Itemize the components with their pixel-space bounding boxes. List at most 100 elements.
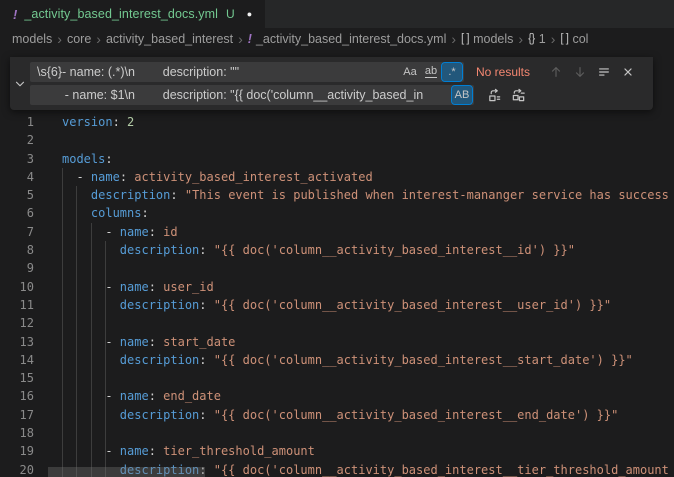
preserve-case-toggle[interactable]: AB — [452, 86, 472, 104]
find-results-count: No results — [476, 65, 542, 79]
close-find-button[interactable] — [618, 62, 638, 82]
find-row: Aa ab .* No results — [30, 62, 649, 82]
breadcrumb-item[interactable]: activity_based_interest — [106, 32, 233, 46]
breadcrumb-item[interactable]: models — [12, 32, 52, 46]
find-in-selection-button[interactable] — [594, 62, 614, 82]
breadcrumb-separator-icon: › — [518, 32, 523, 46]
code-line[interactable]: 11 description: "{{ doc('column__activit… — [0, 296, 674, 314]
line-content: - name: activity_based_interest_activate… — [34, 168, 373, 186]
line-content: - name: id — [34, 223, 178, 241]
code-line[interactable]: 12 — [0, 314, 674, 332]
line-content: - name: tier_threshold_amount — [34, 442, 315, 460]
code-line[interactable]: 4 - name: activity_based_interest_activa… — [0, 168, 674, 186]
line-number: 7 — [0, 223, 34, 241]
selection-icon — [597, 65, 611, 79]
breadcrumb-item[interactable]: ! _activity_based_interest_docs.yml — [248, 32, 447, 46]
replace-input[interactable] — [30, 85, 451, 105]
line-number: 9 — [0, 259, 34, 277]
code-line[interactable]: 10 - name: user_id — [0, 278, 674, 296]
line-content: - name: start_date — [34, 333, 235, 351]
line-number: 12 — [0, 314, 34, 332]
breadcrumb-label: core — [67, 32, 91, 46]
breadcrumb-item[interactable]: [ ] col — [560, 32, 588, 46]
horizontal-scrollbar-thumb[interactable] — [48, 467, 205, 477]
toggle-replace-button[interactable] — [10, 57, 30, 110]
breadcrumb-label: models — [473, 32, 513, 46]
breadcrumb-item[interactable]: core — [67, 32, 91, 46]
git-status-badge: U — [226, 7, 235, 21]
code-line[interactable]: 19 - name: tier_threshold_amount — [0, 442, 674, 460]
regex-toggle[interactable]: .* — [442, 63, 462, 81]
vscode-window: ! _activity_based_interest_docs.yml U ● … — [0, 0, 674, 477]
breadcrumb-label: _activity_based_interest_docs.yml — [256, 32, 446, 46]
close-icon — [621, 65, 635, 79]
line-content: description: "This event is published wh… — [34, 186, 669, 204]
replace-icon — [487, 88, 502, 103]
line-number: 14 — [0, 351, 34, 369]
code-line[interactable]: 8 description: "{{ doc('column__activity… — [0, 241, 674, 259]
replace-button[interactable] — [484, 85, 504, 105]
chevron-down-icon — [13, 77, 27, 91]
code-line[interactable]: 6 columns: — [0, 204, 674, 222]
previous-match-button[interactable] — [546, 62, 566, 82]
code-line[interactable]: 9 — [0, 259, 674, 277]
line-number: 16 — [0, 387, 34, 405]
breadcrumb-separator-icon: › — [238, 32, 243, 46]
find-input[interactable] — [30, 62, 399, 82]
code-line[interactable]: 15 — [0, 369, 674, 387]
breadcrumb-separator-icon: › — [96, 32, 101, 46]
code-line[interactable]: 18 — [0, 424, 674, 442]
line-number: 13 — [0, 333, 34, 351]
code-line[interactable]: 3models: — [0, 150, 674, 168]
yaml-file-icon: ! — [248, 32, 252, 46]
symbol-array-icon: [ ] — [560, 33, 568, 45]
unsaved-dot-icon[interactable]: ● — [247, 9, 252, 19]
replace-row: AB — [30, 85, 649, 105]
breadcrumb-separator-icon: › — [451, 32, 456, 46]
breadcrumb-item[interactable]: {} 1 — [528, 32, 546, 46]
line-content: version: 2 — [34, 113, 134, 131]
find-input-box: Aa ab .* — [30, 62, 464, 82]
line-content — [34, 259, 62, 277]
line-number: 11 — [0, 296, 34, 314]
match-case-toggle[interactable]: Aa — [400, 63, 420, 81]
line-number: 6 — [0, 204, 34, 222]
code-line[interactable]: 1version: 2 — [0, 113, 674, 131]
code-line[interactable]: 5 description: "This event is published … — [0, 186, 674, 204]
line-number: 3 — [0, 150, 34, 168]
whole-word-toggle[interactable]: ab — [421, 63, 441, 81]
symbol-object-icon: {} — [528, 33, 535, 45]
line-content: description: "{{ doc('column__activity_b… — [34, 351, 633, 369]
line-number: 20 — [0, 461, 34, 477]
line-content: models: — [34, 150, 113, 168]
line-content: description: "{{ doc('column__activity_b… — [34, 241, 575, 259]
line-content — [34, 369, 62, 387]
editor-pane[interactable]: 1version: 223models:4 - name: activity_b… — [0, 50, 674, 477]
line-number: 15 — [0, 369, 34, 387]
next-match-button[interactable] — [570, 62, 590, 82]
line-number: 8 — [0, 241, 34, 259]
code-line[interactable]: 14 description: "{{ doc('column__activit… — [0, 351, 674, 369]
code-line[interactable]: 2 — [0, 131, 674, 149]
line-content: - name: end_date — [34, 387, 221, 405]
line-content: - name: user_id — [34, 278, 214, 296]
tab-active-file[interactable]: ! _activity_based_interest_docs.yml U ● — [0, 0, 265, 28]
breadcrumb-label: col — [572, 32, 588, 46]
line-number: 5 — [0, 186, 34, 204]
replace-all-button[interactable] — [508, 85, 528, 105]
arrow-up-icon — [549, 65, 563, 79]
line-number: 2 — [0, 131, 34, 149]
code-area[interactable]: 1version: 223models:4 - name: activity_b… — [0, 113, 674, 477]
code-line[interactable]: 13 - name: start_date — [0, 333, 674, 351]
line-content — [34, 314, 62, 332]
breadcrumb-separator-icon: › — [57, 32, 62, 46]
code-line[interactable]: 7 - name: id — [0, 223, 674, 241]
breadcrumb-label: 1 — [539, 32, 546, 46]
code-line[interactable]: 17 description: "{{ doc('column__activit… — [0, 406, 674, 424]
code-line[interactable]: 16 - name: end_date — [0, 387, 674, 405]
line-number: 10 — [0, 278, 34, 296]
breadcrumb: models › core › activity_based_interest ›! _ac… — [0, 28, 674, 50]
breadcrumb-item[interactable]: [ ]models — [461, 32, 513, 46]
line-number: 1 — [0, 113, 34, 131]
breadcrumb-label: models — [12, 32, 52, 46]
